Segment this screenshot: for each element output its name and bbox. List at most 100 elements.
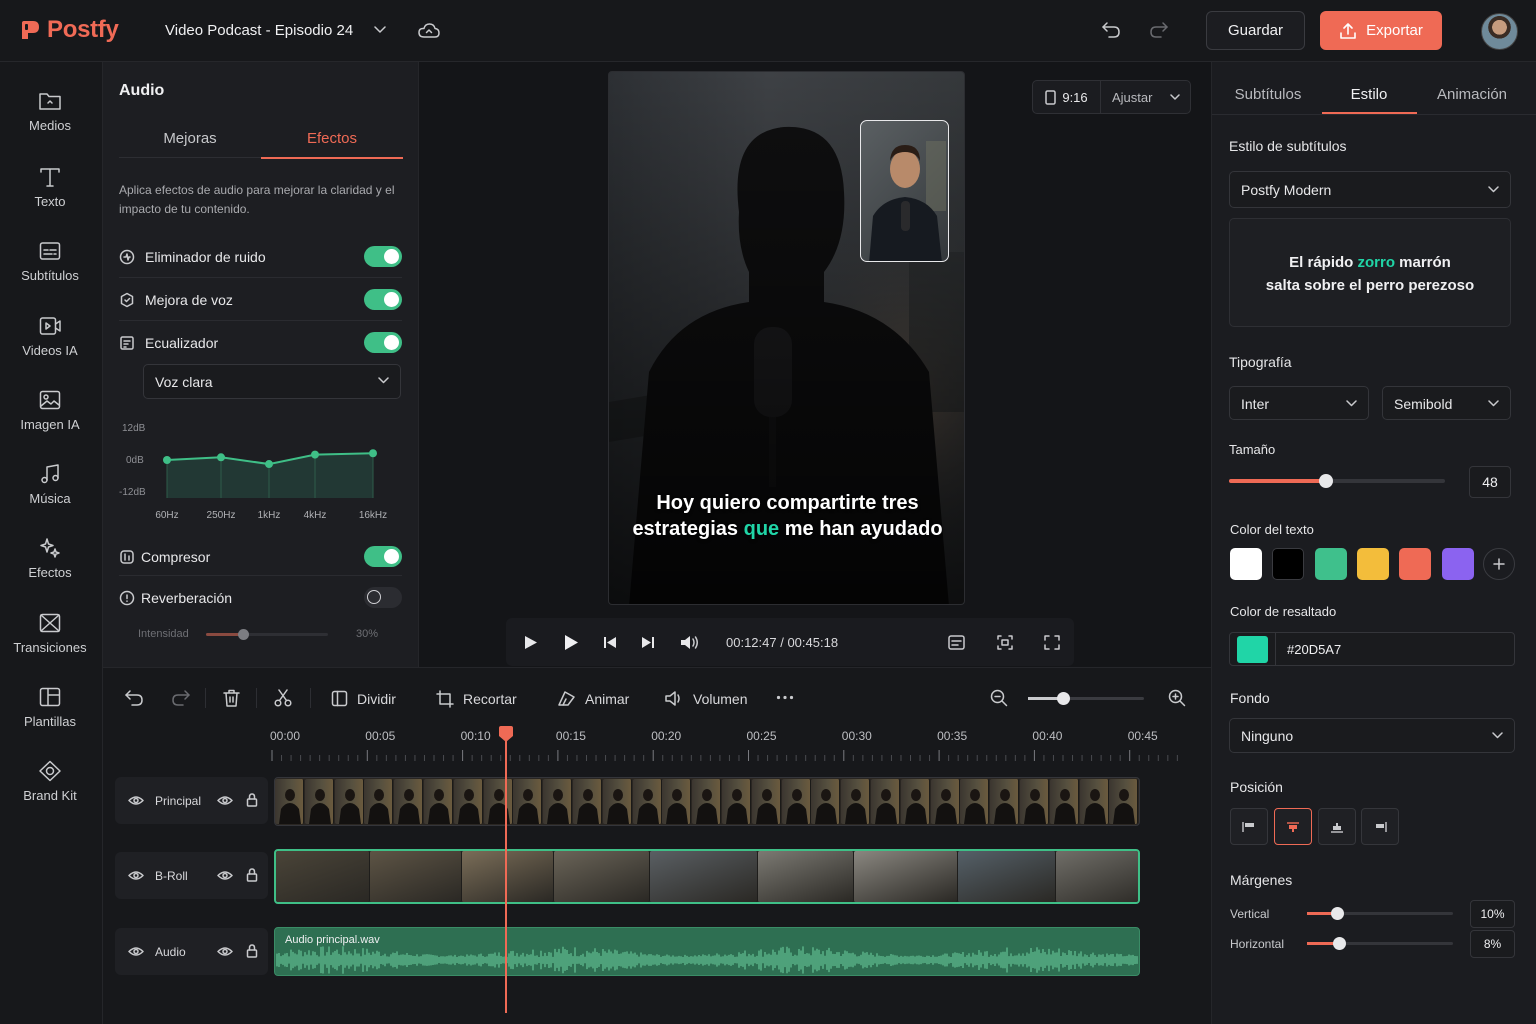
equalizer-toggle[interactable] bbox=[364, 332, 402, 353]
text-color-swatch[interactable] bbox=[1230, 548, 1262, 580]
broll-clip[interactable] bbox=[274, 849, 1140, 904]
visibility-icon[interactable] bbox=[217, 946, 233, 957]
text-color-swatch[interactable] bbox=[1441, 548, 1474, 580]
rail-item-musica[interactable]: Música bbox=[0, 463, 100, 506]
horizontal-margin-input[interactable]: 8% bbox=[1470, 930, 1515, 958]
main-video-clip[interactable] bbox=[274, 777, 1140, 826]
text-color-swatch[interactable] bbox=[1314, 548, 1347, 580]
pip-camera[interactable] bbox=[860, 120, 949, 262]
subtitle-style-select[interactable]: Postfy Modern bbox=[1229, 171, 1511, 208]
text-color-swatch[interactable] bbox=[1356, 548, 1389, 580]
noise-removal-toggle[interactable] bbox=[364, 246, 402, 267]
position-bottom-button[interactable] bbox=[1318, 808, 1356, 845]
scissors-icon[interactable] bbox=[274, 689, 292, 707]
lock-icon[interactable] bbox=[246, 793, 258, 807]
highlight-color-field[interactable]: #20D5A7 bbox=[1229, 632, 1515, 666]
text-color-swatch[interactable] bbox=[1272, 548, 1305, 580]
slider-knob[interactable] bbox=[1331, 907, 1344, 920]
volume-button[interactable]: Volumen bbox=[665, 690, 747, 707]
lock-icon[interactable] bbox=[246, 868, 258, 882]
play-small-icon[interactable] bbox=[524, 635, 538, 650]
playhead-handle[interactable] bbox=[498, 726, 514, 743]
rail-item-brand-kit[interactable]: Brand Kit bbox=[0, 760, 100, 803]
zoom-slider-knob[interactable] bbox=[1057, 692, 1070, 705]
visibility-icon[interactable] bbox=[217, 870, 233, 881]
rail-item-efectos[interactable]: Efectos bbox=[0, 537, 100, 580]
eq-handle-1kHz[interactable] bbox=[265, 460, 273, 469]
vertical-margin-input[interactable]: 10% bbox=[1470, 900, 1515, 928]
ratio-button[interactable]: 9:16 bbox=[1033, 81, 1101, 113]
user-avatar[interactable] bbox=[1481, 13, 1518, 50]
reverb-toggle[interactable] bbox=[364, 587, 402, 608]
highlight-color-hex[interactable]: #20D5A7 bbox=[1287, 642, 1341, 657]
undo-icon[interactable] bbox=[124, 689, 144, 707]
video-preview[interactable]: Hoy quiero compartirte tres estrategias … bbox=[608, 71, 965, 605]
chevron-down-icon[interactable] bbox=[374, 26, 386, 34]
project-title[interactable]: Video Podcast - Episodio 24 bbox=[165, 22, 353, 39]
play-icon[interactable] bbox=[563, 634, 579, 651]
redo-icon[interactable] bbox=[171, 689, 191, 707]
trash-icon[interactable] bbox=[223, 689, 240, 707]
eq-handle-4kHz[interactable] bbox=[311, 450, 319, 459]
eq-preset-select[interactable]: Voz clara bbox=[143, 364, 401, 399]
position-right-button[interactable] bbox=[1361, 808, 1399, 845]
redo-icon[interactable] bbox=[1149, 21, 1169, 39]
eq-handle-250Hz[interactable] bbox=[217, 453, 225, 462]
fit-select[interactable]: Ajustar bbox=[1112, 90, 1152, 105]
rail-item-texto[interactable]: Texto bbox=[0, 166, 100, 209]
tab-animacion[interactable]: Animación bbox=[1428, 86, 1516, 103]
position-bottom-center-button[interactable] bbox=[1274, 808, 1312, 845]
audio-clip[interactable]: Audio principal.wav bbox=[274, 927, 1140, 976]
intensity-slider[interactable] bbox=[206, 629, 328, 640]
slider-knob[interactable] bbox=[1333, 937, 1346, 950]
rail-item-medios[interactable]: Medios bbox=[0, 90, 100, 133]
eye-icon[interactable] bbox=[128, 870, 144, 881]
save-button[interactable]: Guardar bbox=[1206, 11, 1305, 50]
captions-toggle-icon[interactable] bbox=[948, 635, 965, 650]
zoom-slider[interactable] bbox=[1028, 692, 1144, 705]
eq-handle-60Hz[interactable] bbox=[163, 456, 171, 464]
animate-button[interactable]: Animar bbox=[557, 690, 629, 707]
rail-item-transiciones[interactable]: Transiciones bbox=[0, 612, 100, 655]
rail-item-plantillas[interactable]: Plantillas bbox=[0, 686, 100, 729]
rail-item-videos-ia[interactable]: Videos IA bbox=[0, 315, 100, 358]
skip-forward-icon[interactable] bbox=[641, 636, 655, 649]
eq-handle-16kHz[interactable] bbox=[369, 449, 377, 458]
vertical-margin-slider[interactable] bbox=[1307, 907, 1453, 920]
zoom-in-icon[interactable] bbox=[1168, 689, 1186, 707]
compressor-toggle[interactable] bbox=[364, 546, 402, 567]
crop-button[interactable]: Recortar bbox=[436, 690, 517, 708]
rail-item-imagen-ia[interactable]: Imagen IA bbox=[0, 389, 100, 432]
tab-estilo[interactable]: Estilo bbox=[1322, 86, 1416, 103]
split-button[interactable]: Dividir bbox=[331, 690, 396, 707]
skip-back-icon[interactable] bbox=[603, 636, 617, 649]
rail-item-subtitulos[interactable]: Subtítulos bbox=[0, 240, 100, 283]
add-color-button[interactable] bbox=[1483, 548, 1515, 580]
tab-efectos[interactable]: Efectos bbox=[261, 130, 403, 147]
position-top-left-button[interactable] bbox=[1230, 808, 1268, 845]
text-color-swatch[interactable] bbox=[1399, 548, 1432, 580]
font-family-select[interactable]: Inter bbox=[1229, 386, 1369, 420]
tab-mejoras[interactable]: Mejoras bbox=[119, 130, 261, 147]
intensity-slider-knob[interactable] bbox=[237, 629, 249, 640]
fullscreen-icon[interactable] bbox=[1044, 635, 1060, 650]
size-input[interactable]: 48 bbox=[1469, 466, 1511, 498]
highlight-color-swatch[interactable] bbox=[1237, 636, 1268, 663]
size-slider[interactable] bbox=[1229, 474, 1445, 488]
volume-icon[interactable] bbox=[680, 634, 699, 651]
background-select[interactable]: Ninguno bbox=[1229, 718, 1515, 753]
eye-icon[interactable] bbox=[128, 946, 144, 957]
more-icon[interactable] bbox=[776, 695, 794, 700]
lock-icon[interactable] bbox=[246, 944, 258, 958]
horizontal-margin-slider[interactable] bbox=[1307, 937, 1453, 950]
eye-icon[interactable] bbox=[128, 795, 144, 806]
zoom-out-icon[interactable] bbox=[990, 689, 1008, 707]
undo-icon[interactable] bbox=[1101, 21, 1121, 39]
tab-subtitulos[interactable]: Subtítulos bbox=[1224, 86, 1312, 103]
export-button[interactable]: Exportar bbox=[1320, 11, 1442, 50]
cloud-sync-icon[interactable] bbox=[418, 22, 440, 40]
font-weight-select[interactable]: Semibold bbox=[1382, 386, 1511, 420]
voice-enhance-toggle[interactable] bbox=[364, 289, 402, 310]
visibility-icon[interactable] bbox=[217, 795, 233, 806]
chevron-down-icon[interactable] bbox=[1170, 94, 1180, 101]
